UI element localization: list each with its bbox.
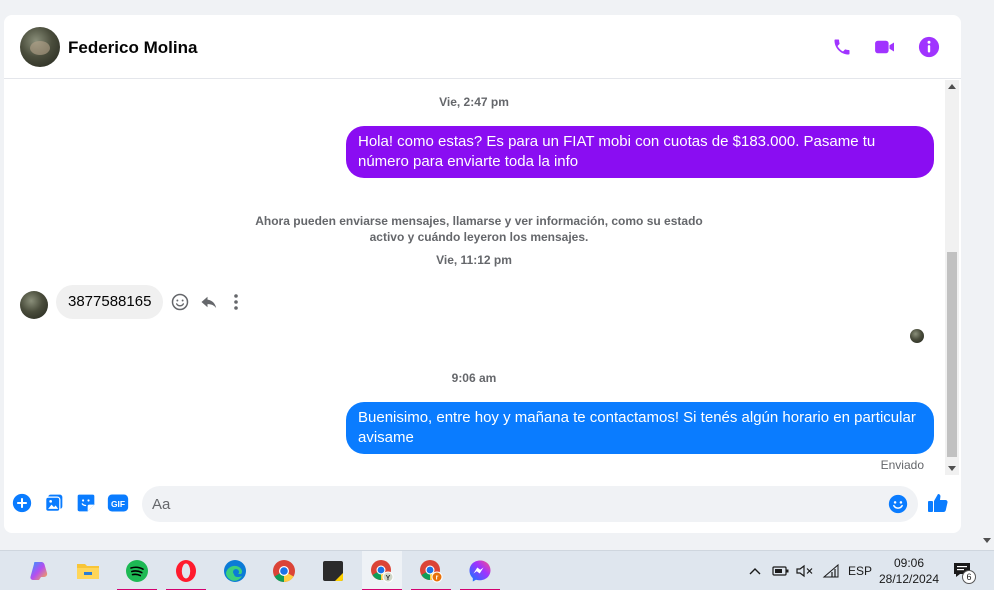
phone-call-icon[interactable] — [830, 35, 854, 59]
clock-time: 09:06 — [893, 556, 925, 570]
system-clock[interactable]: 09:06 28/12/2024 — [872, 555, 946, 587]
copilot-icon[interactable] — [19, 551, 59, 590]
input-language[interactable]: ESP — [848, 551, 872, 590]
volume-muted-icon[interactable] — [796, 551, 814, 590]
timestamp: Vie, 2:47 pm — [439, 95, 509, 109]
wifi-icon[interactable] — [822, 551, 840, 590]
reply-icon[interactable] — [199, 292, 219, 312]
sticky-notes-icon[interactable] — [313, 551, 353, 590]
emoji-icon[interactable] — [888, 494, 908, 514]
battery-icon[interactable] — [772, 551, 790, 590]
message-list[interactable]: Vie, 2:47 pm Hola! como estas? Es para u… — [4, 80, 944, 475]
chat-header: Federico Molina — [4, 15, 961, 79]
chrome-profile-r-icon[interactable]: r — [411, 551, 451, 590]
timestamp: Vie, 11:12 pm — [436, 253, 512, 267]
incoming-message[interactable]: 3877588165 — [56, 285, 164, 319]
system-notice: Ahora pueden enviarse mensajes, llamarse… — [255, 214, 703, 244]
sent-status: Enviado — [880, 458, 924, 472]
clock-date: 28/12/2024 — [878, 572, 940, 586]
scroll-down-arrow-icon[interactable] — [948, 466, 956, 471]
chrome-profile-y-icon[interactable]: Y — [362, 551, 402, 590]
svg-text:r: r — [436, 575, 439, 582]
outgoing-message[interactable]: Buenisimo, entre hoy y mañana te contact… — [346, 402, 934, 454]
gif-icon[interactable]: GIF — [106, 491, 130, 515]
spotify-icon[interactable] — [117, 551, 157, 590]
messenger-icon[interactable] — [460, 551, 500, 590]
chrome-icon[interactable] — [264, 551, 304, 590]
more-options-icon[interactable] — [226, 292, 246, 312]
page-scroll-down-icon[interactable] — [983, 538, 991, 543]
plus-icon[interactable] — [10, 491, 34, 515]
photo-icon[interactable] — [42, 491, 66, 515]
info-icon[interactable] — [917, 35, 941, 59]
notification-center[interactable]: 6 — [952, 551, 976, 590]
windows-taskbar: Y r ESP 09:06 28/12/2024 6 — [0, 550, 994, 590]
video-call-icon[interactable] — [873, 35, 897, 59]
message-scrollbar[interactable] — [945, 80, 959, 475]
file-explorer-icon[interactable] — [68, 551, 108, 590]
notification-count: 6 — [962, 570, 976, 584]
contact-avatar-small[interactable] — [20, 291, 48, 319]
edge-icon[interactable] — [215, 551, 255, 590]
scroll-thumb[interactable] — [947, 252, 957, 457]
react-emoji-icon[interactable] — [170, 292, 190, 312]
tray-overflow-chevron-icon[interactable] — [748, 551, 762, 590]
chat-window: Federico Molina Vie, 2:47 pm Hola! como … — [4, 15, 961, 533]
sticker-icon[interactable] — [74, 491, 98, 515]
message-composer: GIF — [4, 481, 961, 527]
outgoing-message[interactable]: Hola! como estas? Es para un FIAT mobi c… — [346, 126, 934, 178]
svg-text:Y: Y — [386, 575, 391, 582]
contact-avatar[interactable] — [20, 27, 60, 67]
timestamp: 9:06 am — [451, 371, 497, 385]
thumbs-up-icon[interactable] — [926, 491, 952, 517]
message-input[interactable] — [142, 486, 918, 522]
svg-text:GIF: GIF — [111, 499, 125, 509]
scroll-up-arrow-icon[interactable] — [948, 84, 956, 89]
opera-icon[interactable] — [166, 551, 206, 590]
read-receipt-avatar — [910, 329, 924, 343]
contact-name[interactable]: Federico Molina — [68, 39, 197, 57]
